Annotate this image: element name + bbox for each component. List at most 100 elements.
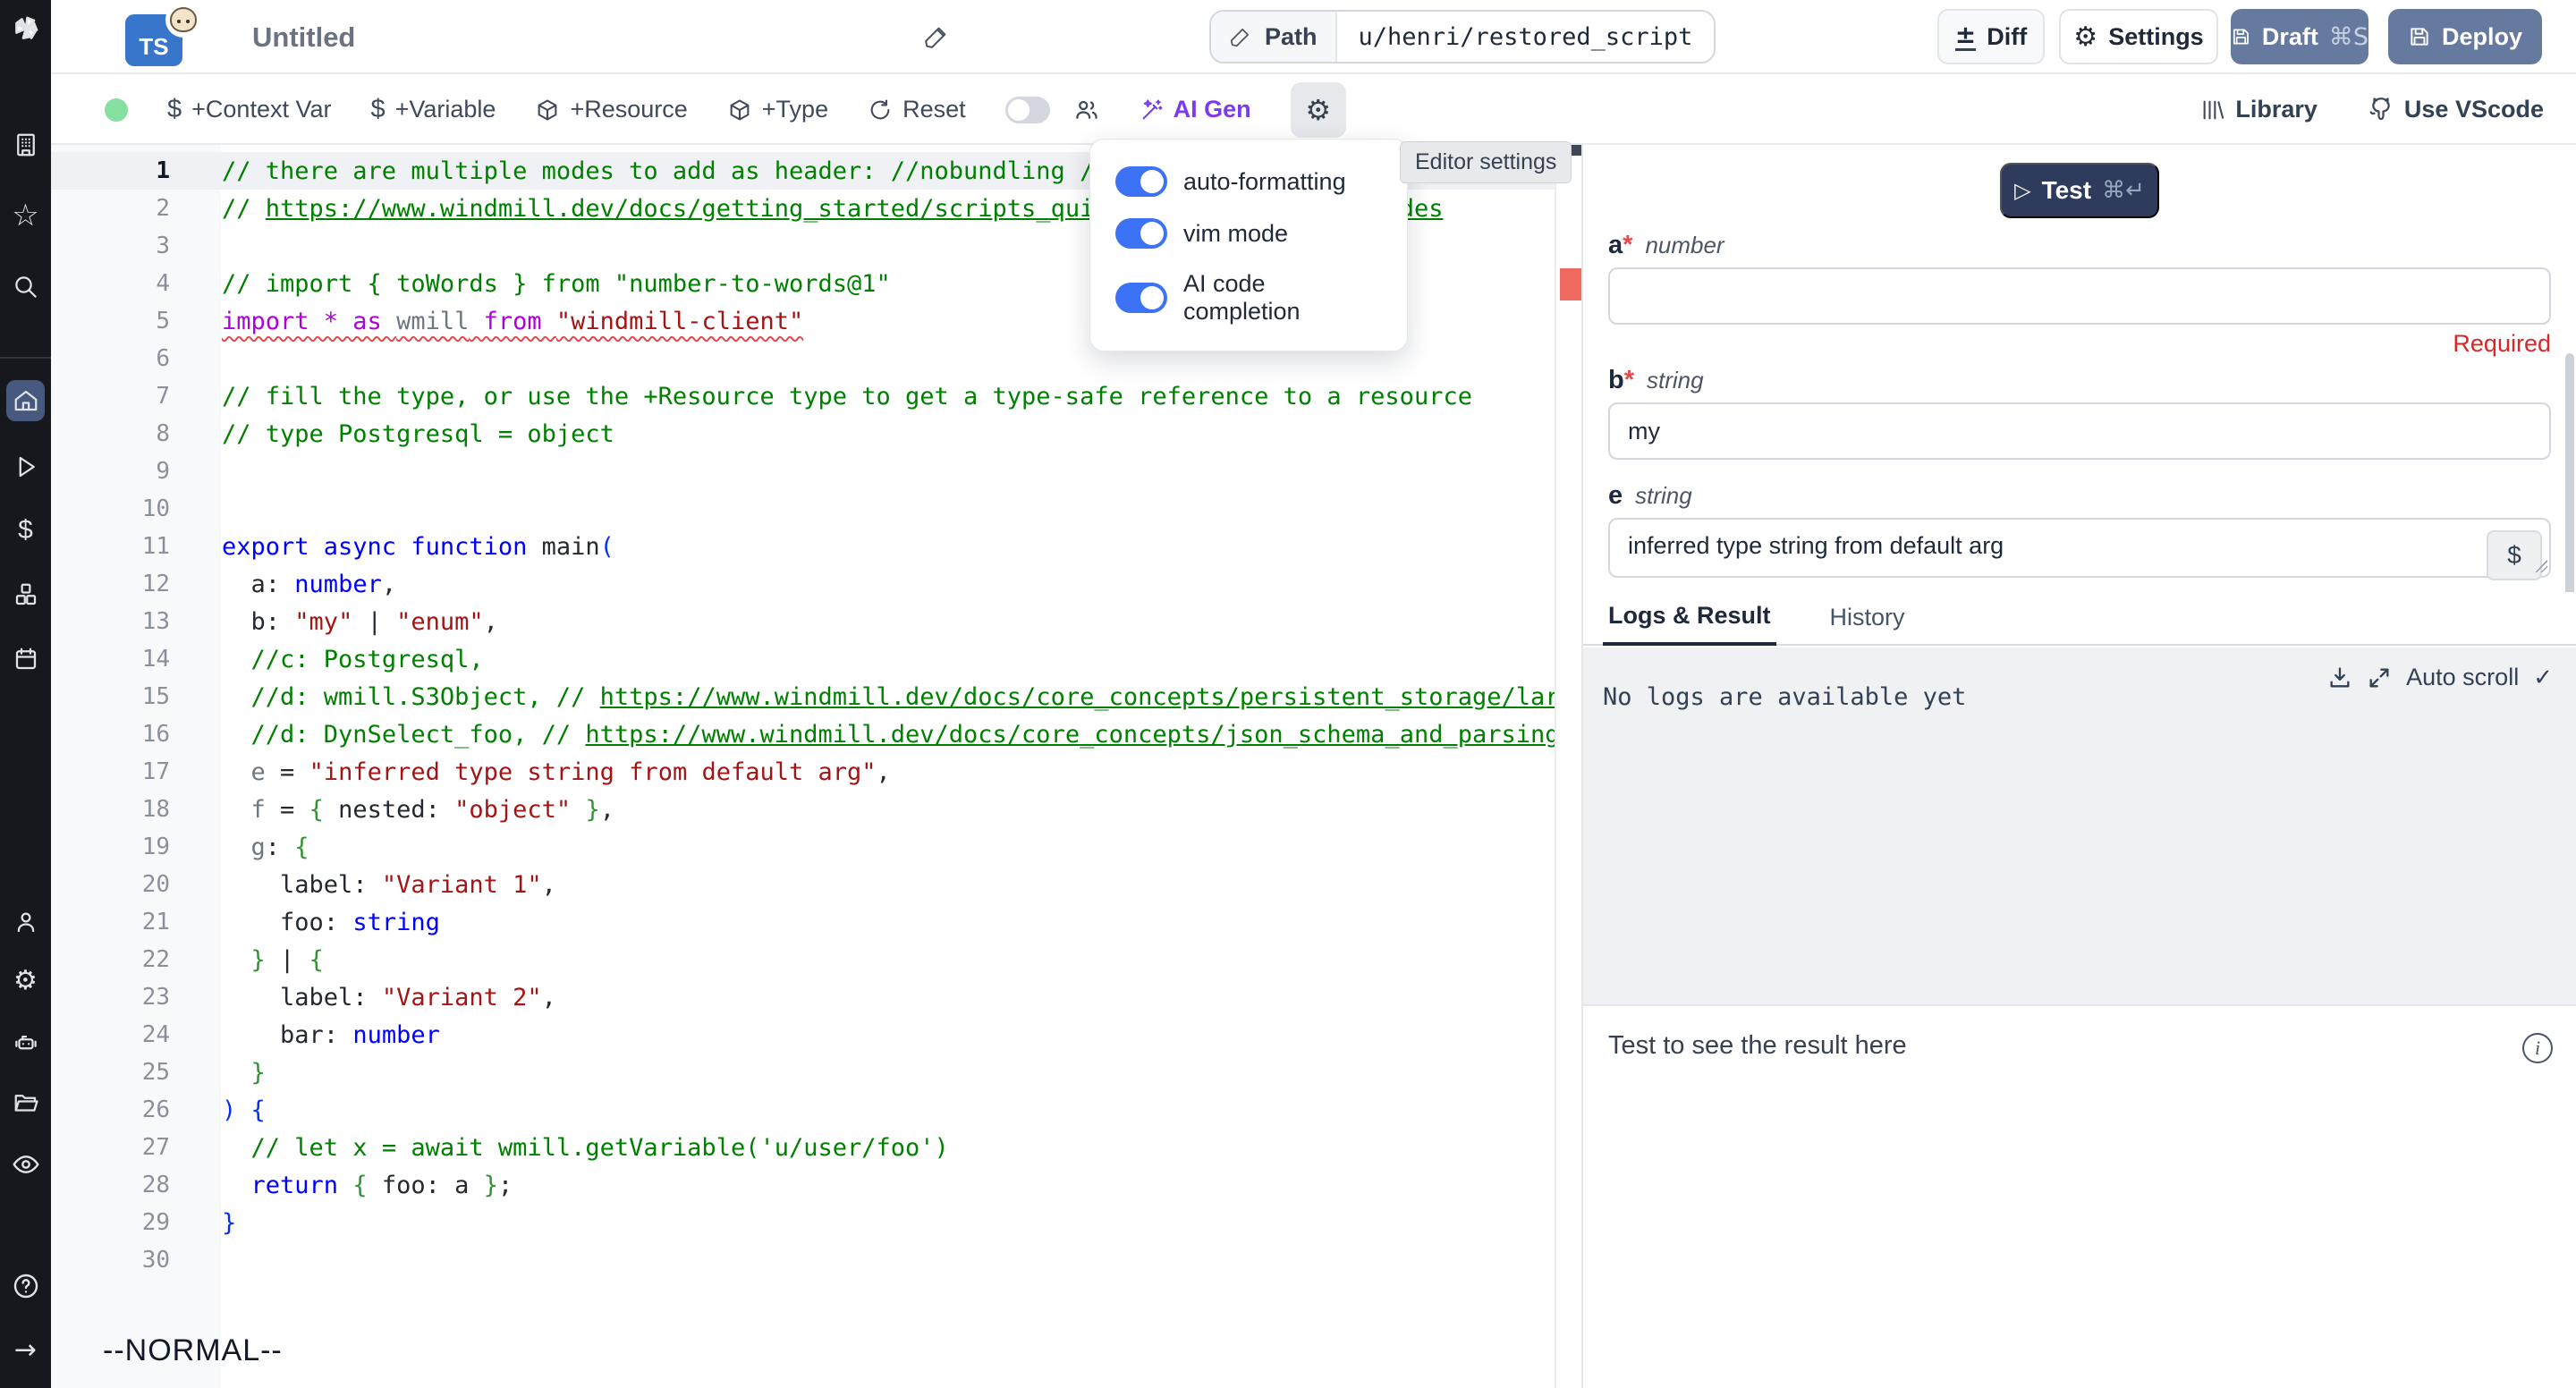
- field-e-label: e string: [1608, 481, 2551, 511]
- home-icon[interactable]: [0, 381, 51, 420]
- form-scrollbar[interactable]: [2565, 353, 2574, 592]
- code-line[interactable]: 25 }: [51, 1054, 1555, 1091]
- vim-mode-toggle[interactable]: [1115, 218, 1167, 249]
- ai-code-completion-toggle[interactable]: [1115, 283, 1167, 313]
- runs-icon[interactable]: [0, 447, 51, 487]
- code-line[interactable]: 20 label: "Variant 1",: [51, 866, 1555, 903]
- resize-handle[interactable]: [2535, 560, 2547, 572]
- code-line[interactable]: 21 foo: string: [51, 903, 1555, 941]
- field-b-label: b* string: [1608, 366, 2551, 395]
- diff-button[interactable]: ± Diff: [1937, 9, 2045, 64]
- dollar-icon: $: [370, 95, 385, 124]
- info-icon[interactable]: i: [2522, 1033, 2553, 1063]
- dollar-icon: $: [167, 95, 182, 124]
- code-line[interactable]: 19 g: {: [51, 828, 1555, 866]
- args-form: ▷ Test ⌘↵ a* number Required b* string e…: [1583, 145, 2576, 592]
- multiplayer-users-icon: [1073, 97, 1100, 123]
- settings-button[interactable]: ⚙ Settings: [2059, 9, 2218, 64]
- package-icon: [727, 97, 752, 123]
- editor-overview-ruler[interactable]: [1555, 145, 1581, 1388]
- code-line[interactable]: 17 e = "inferred type string from defaul…: [51, 753, 1555, 791]
- tab-history[interactable]: History: [1825, 604, 1911, 644]
- download-logs-icon[interactable]: [2327, 665, 2352, 690]
- code-line[interactable]: 13 b: "my" | "enum",: [51, 603, 1555, 640]
- code-line[interactable]: 18 f = { nested: "object" },: [51, 791, 1555, 828]
- add-resource-button[interactable]: +Resource: [535, 96, 687, 123]
- library-button[interactable]: Library: [2200, 96, 2318, 123]
- code-line[interactable]: 14 //c: Postgresql,: [51, 640, 1555, 678]
- code-line[interactable]: 11export async function main(: [51, 528, 1555, 565]
- users-icon[interactable]: [0, 902, 51, 942]
- auto-scroll-checkmark[interactable]: ✓: [2533, 664, 2553, 691]
- code-line[interactable]: 8// type Postgresql = object: [51, 415, 1555, 453]
- folders-icon[interactable]: [0, 1084, 51, 1123]
- workers-robot-icon[interactable]: [0, 1023, 51, 1062]
- code-line[interactable]: 29}: [51, 1204, 1555, 1241]
- edit-title-pencil-icon[interactable]: [923, 23, 950, 55]
- favorites-star-icon[interactable]: ☆: [0, 196, 51, 235]
- code-line[interactable]: 28 return { foo: a };: [51, 1166, 1555, 1204]
- audit-eye-icon[interactable]: [0, 1145, 51, 1184]
- schedules-icon[interactable]: [0, 639, 51, 679]
- code-line[interactable]: 7// fill the type, or use the +Resource …: [51, 377, 1555, 415]
- path-field[interactable]: Path u/henri/restored_script: [1209, 10, 1716, 63]
- path-value[interactable]: u/henri/restored_script: [1337, 23, 1715, 51]
- reset-icon: [868, 97, 893, 123]
- deploy-button[interactable]: Deploy: [2388, 9, 2542, 64]
- multiplayer-toggle[interactable]: [1005, 97, 1050, 123]
- windmill-logo[interactable]: [0, 9, 51, 48]
- use-vscode-button[interactable]: Use VScode: [2368, 96, 2544, 123]
- test-button[interactable]: ▷ Test ⌘↵: [2000, 163, 2159, 218]
- auto-formatting-toggle[interactable]: [1115, 166, 1167, 197]
- settings-gear-icon[interactable]: ⚙: [0, 961, 51, 1001]
- field-a-input[interactable]: [1608, 267, 2551, 325]
- code-line[interactable]: 26) {: [51, 1091, 1555, 1129]
- editor-settings-gear-button[interactable]: ⚙: [1291, 82, 1346, 138]
- field-a-label: a* number: [1608, 231, 2551, 260]
- code-line[interactable]: 12 a: number,: [51, 565, 1555, 603]
- ai-gen-button[interactable]: AI Gen: [1140, 96, 1251, 123]
- reset-button[interactable]: Reset: [868, 96, 966, 123]
- variables-icon[interactable]: $: [0, 511, 51, 550]
- workspace-icon[interactable]: [0, 125, 51, 165]
- save-icon: [2408, 25, 2431, 48]
- result-panel: Test to see the result here i: [1583, 1004, 2576, 1388]
- code-line[interactable]: 23 label: "Variant 2",: [51, 978, 1555, 1016]
- path-pencil-icon: [1229, 25, 1252, 48]
- draft-button[interactable]: Draft ⌘S: [2231, 9, 2368, 64]
- add-type-button[interactable]: +Type: [727, 96, 828, 123]
- code-line[interactable]: 15 //d: wmill.S3Object, // https://www.w…: [51, 678, 1555, 715]
- code-line[interactable]: 16 //d: DynSelect_foo, // https://www.wi…: [51, 715, 1555, 753]
- help-icon[interactable]: [0, 1266, 51, 1306]
- editor-settings-dropdown: auto-formatting vim mode AI code complet…: [1089, 139, 1408, 351]
- code-line[interactable]: 24 bar: number: [51, 1016, 1555, 1054]
- sidebar-divider: [0, 357, 51, 359]
- vim-mode-row: vim mode: [1115, 218, 1382, 249]
- result-tabs: Logs & Result History: [1583, 592, 2576, 646]
- collapse-arrow-icon[interactable]: →: [0, 1331, 51, 1370]
- code-line[interactable]: 27 // let x = await wmill.getVariable('u…: [51, 1129, 1555, 1166]
- diff-icon: ±: [1955, 22, 1976, 51]
- settings-gear-icon: ⚙: [2073, 21, 2097, 53]
- add-context-var-button[interactable]: $+Context Var: [167, 95, 331, 124]
- field-b-input[interactable]: [1608, 402, 2551, 460]
- auto-scroll-label[interactable]: Auto scroll: [2406, 664, 2519, 691]
- field-a-error: Required: [1608, 330, 2551, 357]
- expand-logs-icon[interactable]: [2367, 665, 2392, 690]
- code-line[interactable]: 30: [51, 1241, 1555, 1279]
- insert-variable-button[interactable]: $: [2487, 530, 2542, 580]
- resources-icon[interactable]: [0, 575, 51, 614]
- path-label-segment: Path: [1211, 12, 1337, 62]
- package-icon: [535, 97, 560, 123]
- code-line[interactable]: 9: [51, 453, 1555, 490]
- test-panel: ▷ Test ⌘↵ a* number Required b* string e…: [1581, 145, 2576, 1388]
- play-icon: ▷: [2014, 178, 2030, 203]
- add-variable-button[interactable]: $+Variable: [370, 95, 496, 124]
- magic-wand-icon: [1140, 97, 1165, 123]
- bun-runtime-icon: [165, 2, 201, 38]
- field-e-input[interactable]: inferred type string from default arg: [1608, 518, 2551, 578]
- code-line[interactable]: 10: [51, 490, 1555, 528]
- search-icon[interactable]: [0, 267, 51, 307]
- code-line[interactable]: 22 } | {: [51, 941, 1555, 978]
- tab-logs-result[interactable]: Logs & Result: [1603, 602, 1776, 646]
